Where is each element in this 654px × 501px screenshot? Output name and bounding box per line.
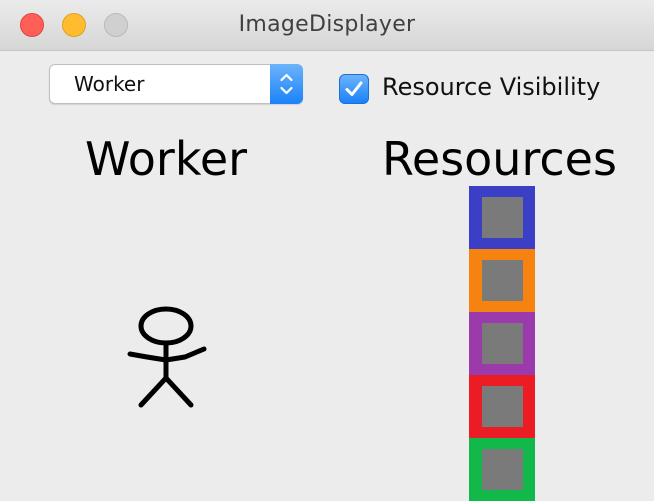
chevron-up-down-icon (280, 73, 293, 95)
resource-block-fill (482, 260, 523, 301)
resources-heading: Resources (382, 132, 617, 186)
resource-visibility-label: Resource Visibility (382, 73, 601, 101)
resource-block (469, 249, 535, 312)
resource-block (469, 375, 535, 438)
resource-visibility-checkbox[interactable] (339, 74, 369, 104)
stick-figure-icon (127, 306, 207, 408)
worker-heading: Worker (85, 132, 248, 186)
resource-block (469, 438, 535, 501)
resource-block-fill (482, 386, 523, 427)
view-dropdown[interactable]: Worker (49, 64, 303, 104)
resource-block (469, 186, 535, 249)
resource-block (469, 312, 535, 375)
dropdown-stepper[interactable] (270, 64, 303, 104)
resource-block-fill (482, 323, 523, 364)
resource-block-fill (482, 449, 523, 490)
resource-block-fill (482, 197, 523, 238)
window-title: ImageDisplayer (238, 12, 416, 37)
title-bar: ImageDisplayer (0, 0, 654, 51)
checkmark-icon (345, 81, 363, 96)
dropdown-selected-value: Worker (74, 72, 145, 96)
